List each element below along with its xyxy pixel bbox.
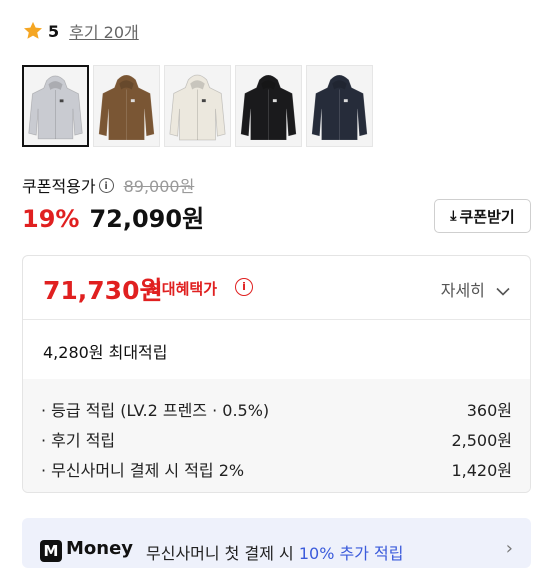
money-logo-icon: M xyxy=(40,540,62,562)
color-thumbnail-ivory[interactable] xyxy=(164,65,231,147)
money-promo-highlight: 10% 추가 적립 xyxy=(298,544,404,563)
max-benefit-label: 최대혜택가 xyxy=(148,280,218,298)
point-row: · 무신사머니 결제 시 적립 2% 1,420원 xyxy=(41,457,512,481)
hoodie-image xyxy=(28,75,83,140)
point-label: · 등급 적립 (LV.2 프렌즈 · 0.5%) xyxy=(41,401,270,420)
max-points: 4,280원 최대적립 xyxy=(43,343,168,362)
money-promo-prefix: 무신사머니 첫 결제 시 xyxy=(146,544,299,563)
chevron-right-icon: › xyxy=(505,538,513,559)
points-list: · 등급 적립 (LV.2 프렌즈 · 0.5%) 360원 · 후기 적립 2… xyxy=(23,379,530,492)
final-price: 72,090원 xyxy=(89,205,205,233)
coupon-price-label-row: 쿠폰적용가 i 89,000원 xyxy=(22,173,194,197)
coupon-download-button[interactable]: ⤓ 쿠폰받기 xyxy=(434,199,531,233)
color-thumbnail-black[interactable] xyxy=(235,65,302,147)
point-row: · 등급 적립 (LV.2 프렌즈 · 0.5%) 360원 xyxy=(41,397,512,421)
info-icon[interactable]: i xyxy=(98,177,114,193)
point-value: 360원 xyxy=(466,401,512,420)
download-icon: ⤓ xyxy=(450,208,457,224)
review-count-link[interactable]: 후기 20개 xyxy=(69,19,139,43)
detail-toggle[interactable]: 자세히 xyxy=(441,277,510,301)
color-thumbnail-light-gray[interactable] xyxy=(22,65,89,147)
hoodie-image xyxy=(98,74,155,141)
star-icon xyxy=(24,21,42,39)
detail-label: 자세히 xyxy=(440,281,485,300)
discount-rate: 19% xyxy=(22,205,80,233)
hoodie-image xyxy=(240,74,297,141)
rating-row: 5 후기 20개 xyxy=(22,18,139,44)
hoodie-image xyxy=(169,74,226,141)
point-label: · 후기 적립 xyxy=(41,431,116,450)
coupon-button-label: 쿠폰받기 xyxy=(459,207,515,226)
max-benefit-price: 71,730원 xyxy=(43,276,163,305)
point-value: 1,420원 xyxy=(451,461,512,480)
color-thumbnail-brown[interactable] xyxy=(93,65,160,147)
money-promo-text: 무신사머니 첫 결제 시 10% 추가 적립 xyxy=(146,540,403,564)
price-row: 19% 72,090원 xyxy=(22,199,204,234)
info-icon[interactable]: i xyxy=(235,278,253,296)
money-promo-banner[interactable]: M Money 무신사머니 첫 결제 시 10% 추가 적립 › xyxy=(22,518,531,568)
original-price: 89,000원 xyxy=(123,177,195,196)
coupon-price-label: 쿠폰적용가 xyxy=(22,177,96,196)
divider xyxy=(23,319,530,320)
hoodie-image xyxy=(311,74,368,141)
chevron-down-icon xyxy=(496,287,510,296)
color-thumbnail-navy[interactable] xyxy=(306,65,373,147)
point-label: · 무신사머니 결제 시 적립 2% xyxy=(41,461,245,480)
point-value: 2,500원 xyxy=(451,431,512,450)
max-benefit-box: 71,730원 최대혜택가 i 자세히 4,280원 최대적립 · 등급 적립 … xyxy=(22,255,531,493)
rating-value: 5 xyxy=(48,21,60,41)
color-thumbnails xyxy=(22,65,373,147)
point-row: · 후기 적립 2,500원 xyxy=(41,427,512,451)
money-brand: Money xyxy=(66,538,134,559)
